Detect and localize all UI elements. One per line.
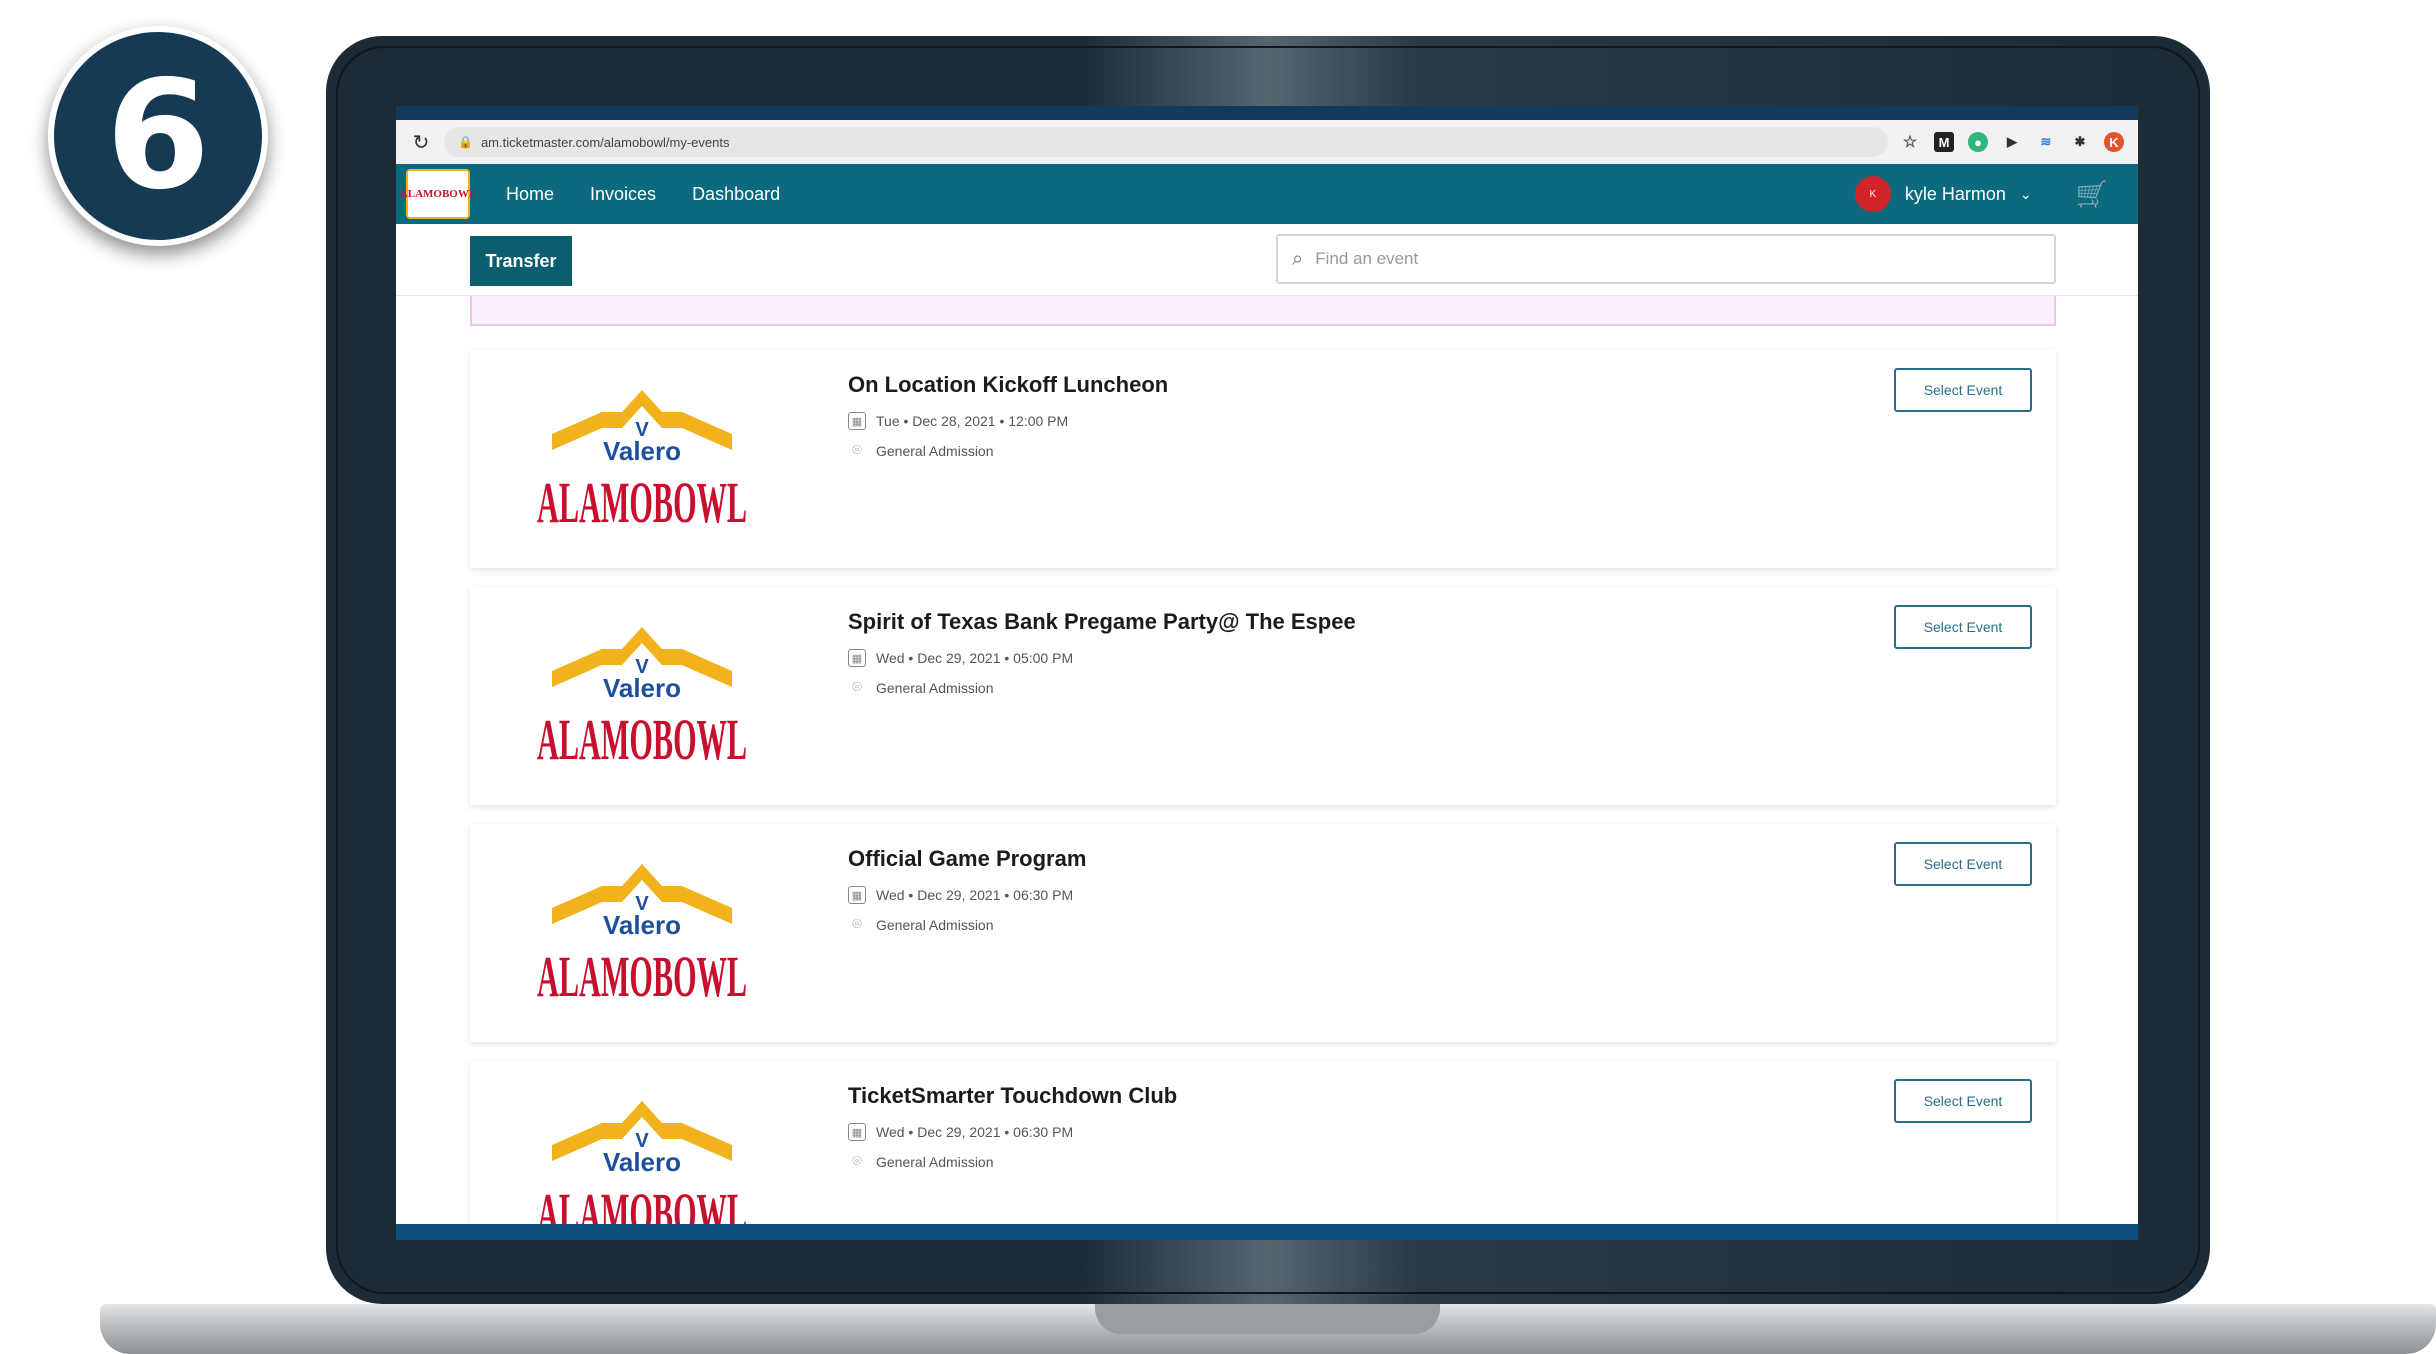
sub-toolbar: Transfer ⌕ Find an event [396, 224, 2138, 296]
select-event-button[interactable]: Select Event [1894, 1079, 2032, 1123]
user-menu[interactable]: K kyle Harmon ⌄ 🛒 [1854, 176, 2128, 212]
event-date: Wed • Dec 29, 2021 • 06:30 PM [876, 1124, 1074, 1140]
event-info: Spirit of Texas Bank Pregame Party@ The … [848, 609, 1356, 709]
lock-icon: 🔒 [458, 135, 473, 149]
search-input[interactable]: Find an event [1315, 249, 1418, 269]
select-event-button[interactable]: Select Event [1894, 368, 2032, 412]
event-date-row: ▦ Wed • Dec 29, 2021 • 05:00 PM [848, 649, 1356, 667]
extension-m-icon[interactable]: M [1934, 132, 1954, 152]
laptop-notch [1095, 1304, 1440, 1334]
url-text: am.ticketmaster.com/alamobowl/my-events [480, 134, 730, 150]
location-pin-icon: ⌾ [852, 679, 862, 696]
cart-icon[interactable]: 🛒 [2076, 179, 2108, 210]
event-location: General Admission [876, 1154, 994, 1170]
calendar-icon: ▦ [848, 886, 866, 904]
transfer-button[interactable]: Transfer [470, 236, 572, 286]
alamo-bowl-logo: V Valero ALAMOBOWL [537, 627, 747, 772]
browser-toolbar: ↻ 🔒 am.ticketmaster.com/alamobowl/my-eve… [396, 120, 2138, 164]
location-pin-icon: ⌾ [852, 916, 862, 933]
avatar: K [1854, 176, 1891, 212]
star-icon[interactable]: ☆ [1900, 132, 1920, 152]
event-location: General Admission [876, 443, 994, 459]
event-info: Official Game Program ▦ Wed • Dec 29, 20… [848, 846, 1086, 946]
event-date: Wed • Dec 29, 2021 • 05:00 PM [876, 650, 1074, 666]
event-date-row: ▦ Wed • Dec 29, 2021 • 06:30 PM [848, 886, 1086, 904]
event-title[interactable]: Official Game Program [848, 846, 1086, 872]
profile-icon[interactable]: K [2104, 132, 2124, 152]
extension-arrow-icon[interactable]: ▶ [2002, 132, 2022, 152]
event-card: V Valero ALAMOBOWL On Location Kickoff L… [470, 350, 2056, 568]
extension-wave-icon[interactable]: ≋ [2036, 132, 2056, 152]
extension-icons: ☆ M ● ▶ ≋ ✱ K [1900, 132, 2124, 152]
event-location: General Admission [876, 680, 994, 696]
svg-text:ALAMOBOWL: ALAMOBOWL [537, 470, 747, 535]
laptop-screen: ↻ 🔒 am.ticketmaster.com/alamobowl/my-eve… [396, 106, 2138, 1240]
user-name: kyle Harmon [1904, 183, 2006, 204]
extension-green-icon[interactable]: ● [1968, 132, 1988, 152]
step-badge: 6 [48, 26, 268, 246]
nav-dashboard[interactable]: Dashboard [692, 184, 780, 205]
select-event-button[interactable]: Select Event [1894, 605, 2032, 649]
location-pin-icon: ⌾ [852, 442, 862, 459]
event-title[interactable]: On Location Kickoff Luncheon [848, 372, 1168, 398]
alamo-bowl-logo: V Valero ALAMOBOWL [537, 390, 747, 535]
event-card: V Valero ALAMOBOWL Official Game Program… [470, 824, 2056, 1042]
nav-invoices[interactable]: Invoices [590, 184, 656, 205]
event-info: TicketSmarter Touchdown Club ▦ Wed • Dec… [848, 1083, 1177, 1183]
app-header: ALAMOBOWL Home Invoices Dashboard K kyle… [396, 164, 2138, 224]
event-card: V Valero ALAMOBOWL Spirit of Texas Bank … [470, 587, 2056, 805]
calendar-icon: ▦ [848, 649, 866, 667]
event-location-row: ⌾ General Admission [848, 679, 1356, 697]
event-date: Tue • Dec 28, 2021 • 12:00 PM [876, 413, 1069, 429]
svg-text:Valero: Valero [603, 910, 681, 940]
search-icon: ⌕ [1292, 247, 1304, 270]
os-top-strip [396, 106, 2138, 120]
event-title[interactable]: Spirit of Texas Bank Pregame Party@ The … [848, 609, 1356, 635]
puzzle-icon[interactable]: ✱ [2070, 132, 2090, 152]
reload-icon[interactable]: ↻ [410, 130, 432, 155]
event-location: General Admission [876, 917, 994, 933]
event-info: On Location Kickoff Luncheon ▦ Tue • Dec… [848, 372, 1168, 472]
select-event-button[interactable]: Select Event [1894, 842, 2032, 886]
event-location-row: ⌾ General Admission [848, 1153, 1177, 1171]
calendar-icon: ▦ [848, 412, 866, 430]
svg-text:ALAMOBOWL: ALAMOBOWL [537, 707, 747, 772]
tutorial-stage: 6 ↻ 🔒 am.ticketmaster.com/alamobowl/my-e… [0, 0, 2436, 1354]
event-date: Wed • Dec 29, 2021 • 06:30 PM [876, 887, 1074, 903]
os-bottom-strip [396, 1224, 2138, 1240]
event-card: V Valero ALAMOBOWL TicketSmarter Touchdo… [470, 1061, 2056, 1240]
nav-home[interactable]: Home [506, 184, 554, 205]
main-nav: Home Invoices Dashboard [506, 184, 780, 205]
alamo-bowl-logo: V Valero ALAMOBOWL [537, 864, 747, 1009]
notice-banner [470, 296, 2056, 326]
svg-text:Valero: Valero [603, 673, 681, 703]
location-pin-icon: ⌾ [852, 1153, 862, 1170]
event-search[interactable]: ⌕ Find an event [1276, 234, 2056, 284]
event-date-row: ▦ Tue • Dec 28, 2021 • 12:00 PM [848, 412, 1168, 430]
event-date-row: ▦ Wed • Dec 29, 2021 • 06:30 PM [848, 1123, 1177, 1141]
svg-text:Valero: Valero [603, 436, 681, 466]
event-location-row: ⌾ General Admission [848, 442, 1168, 460]
event-title[interactable]: TicketSmarter Touchdown Club [848, 1083, 1177, 1109]
svg-text:ALAMOBOWL: ALAMOBOWL [537, 944, 747, 1009]
address-bar[interactable]: 🔒 am.ticketmaster.com/alamobowl/my-event… [444, 127, 1888, 157]
calendar-icon: ▦ [848, 1123, 866, 1141]
alamo-bowl-logo-small[interactable]: ALAMOBOWL [400, 169, 476, 219]
alamo-bowl-logo: V Valero ALAMOBOWL [537, 1101, 747, 1240]
svg-text:Valero: Valero [603, 1147, 681, 1177]
chevron-down-icon: ⌄ [2019, 185, 2032, 202]
event-location-row: ⌾ General Admission [848, 916, 1086, 934]
